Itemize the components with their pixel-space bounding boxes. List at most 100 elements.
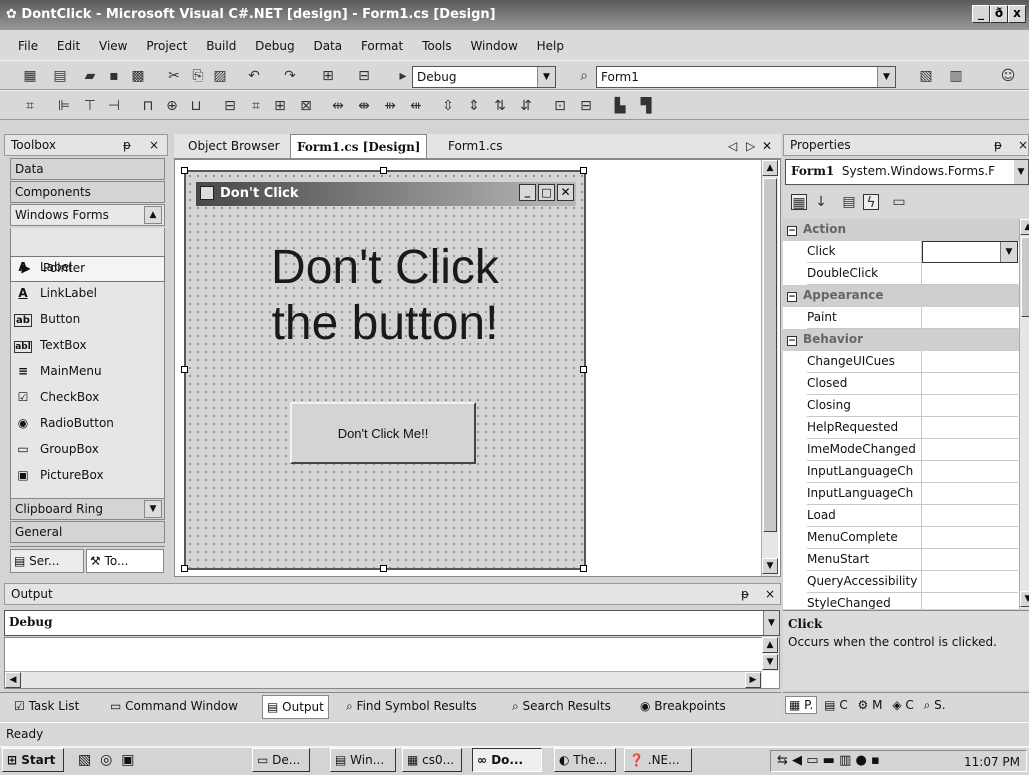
menu-format[interactable]: Format — [361, 39, 403, 53]
toolbox-item-textbox[interactable]: abl TextBox — [14, 334, 87, 359]
task-list-tab[interactable]: ☑ Task List — [10, 695, 83, 719]
event-handler-dropdown[interactable]: ▼ — [922, 241, 1018, 263]
tray-app-icon[interactable]: ▪ — [871, 753, 880, 768]
menu-edit[interactable]: Edit — [57, 39, 80, 53]
close-icon[interactable]: ✕ — [756, 134, 778, 158]
center-vertically-icon[interactable]: ⊟ — [578, 98, 594, 114]
find-symbol-results-tab[interactable]: ⌕ Find Symbol Results — [342, 695, 481, 719]
breakpoints-tab[interactable]: ◉ Breakpoints — [636, 695, 730, 719]
align-tops-icon[interactable]: ⊓ — [140, 98, 156, 114]
event-row-doubleclick[interactable]: DoubleClick — [783, 263, 1029, 285]
send-to-back-icon[interactable]: ▜ — [638, 98, 654, 114]
properties-view-icon[interactable]: ▤ — [841, 194, 857, 210]
vertical-spacing-icon[interactable]: ⇳ — [440, 98, 456, 114]
pin-icon[interactable]: ᵽ — [994, 138, 1002, 152]
scroll-left-icon[interactable]: ◀ — [5, 672, 21, 688]
object-selector[interactable]: Form1 System.Windows.Forms.F ▼ — [785, 159, 1029, 185]
make-same-height-icon[interactable]: ⊞ — [272, 98, 288, 114]
collapse-icon[interactable]: − — [787, 336, 797, 346]
scroll-right-icon[interactable]: ▶ — [745, 672, 761, 688]
property-pages-icon[interactable]: ▭ — [891, 194, 907, 210]
event-value[interactable] — [922, 263, 1018, 285]
align-middles-icon[interactable]: ⊕ — [164, 98, 180, 114]
decrease-vspacing-icon[interactable]: ⇅ — [492, 98, 508, 114]
toolbox-item-label-control[interactable]: A Label — [14, 256, 72, 281]
macro-explorer-tab[interactable]: ⚙ M — [855, 697, 886, 713]
menu-data[interactable]: Data — [313, 39, 342, 53]
taskbar-button[interactable]: ▤ Win... — [330, 748, 396, 772]
category-action[interactable]: − Action — [783, 219, 1029, 241]
make-same-size-icon[interactable]: ⊠ — [298, 98, 314, 114]
toolbox-item-groupbox[interactable]: ▭ GroupBox — [14, 438, 99, 463]
taskbar-button-active[interactable]: ∞ Do... — [472, 748, 542, 772]
scrollbar-thumb[interactable] — [1021, 237, 1029, 317]
align-rights-icon[interactable]: ⊣ — [106, 98, 122, 114]
collapse-icon[interactable]: − — [787, 292, 797, 302]
event-value[interactable] — [922, 395, 1018, 417]
form-label[interactable]: Don't Click the button! — [186, 240, 584, 352]
copy-icon[interactable]: ⎘ — [190, 68, 206, 84]
printer-icon[interactable]: ▥ — [839, 753, 851, 768]
align-centers-icon[interactable]: ⊤ — [82, 98, 98, 114]
event-row[interactable]: Closing — [783, 395, 1029, 417]
menu-tools[interactable]: Tools — [422, 39, 452, 53]
search-results-tab[interactable]: ⌕ Search Results — [508, 695, 615, 719]
undo-icon[interactable]: ↶ — [246, 68, 262, 84]
scrollbar-thumb[interactable] — [763, 178, 777, 532]
event-row[interactable]: MenuComplete — [783, 527, 1029, 549]
resize-handle[interactable] — [380, 565, 387, 572]
media-icon[interactable]: ▣ — [121, 752, 134, 768]
form1-designer[interactable]: Don't Click _ □ ✕ Don't Click the button… — [184, 170, 586, 570]
pin-icon[interactable]: ᵽ — [123, 138, 131, 152]
toolbox-category-windows-forms[interactable]: Windows Forms ▲ — [10, 204, 165, 226]
toolbox-category-clipboard-ring[interactable]: Clipboard Ring ▼ — [10, 498, 165, 520]
save-all-icon[interactable]: ▩ — [130, 68, 146, 84]
menu-view[interactable]: View — [99, 39, 127, 53]
alphabetical-icon[interactable]: ↓ — [813, 194, 829, 210]
center-horizontally-icon[interactable]: ⊡ — [552, 98, 568, 114]
toolbox-item-radiobutton[interactable]: ◉ RadioButton — [14, 412, 114, 437]
event-row-paint[interactable]: Paint — [783, 307, 1029, 329]
command-window-tab[interactable]: ▭ Command Window — [106, 695, 242, 719]
antivirus-icon[interactable]: ● — [856, 753, 867, 768]
show-desktop-icon[interactable]: ▧ — [78, 752, 91, 768]
scroll-up-icon[interactable]: ▲ — [762, 160, 778, 176]
toolbox-item-mainmenu[interactable]: ≡ MainMenu — [14, 360, 102, 385]
save-icon[interactable]: ▪ — [106, 68, 122, 84]
toolbox-category-general[interactable]: General — [10, 521, 165, 543]
start-button[interactable]: ⊞ Start — [2, 748, 64, 772]
scroll-up-icon[interactable]: ▲ — [144, 206, 162, 224]
new-project-icon[interactable]: ▦ — [22, 68, 38, 84]
volume-icon[interactable]: ◀ — [792, 753, 802, 768]
scroll-down-icon[interactable]: ▼ — [762, 558, 778, 574]
maximize-button[interactable]: ð — [990, 5, 1008, 23]
find-combo[interactable]: Form1 ▼ — [596, 66, 896, 88]
event-value[interactable] — [922, 373, 1018, 395]
search-tab[interactable]: ⌕ S. — [921, 697, 949, 713]
decrease-hspacing-icon[interactable]: ⇻ — [382, 98, 398, 114]
event-row[interactable]: HelpRequested — [783, 417, 1029, 439]
designer-vertical-scrollbar[interactable]: ▲ ▼ — [761, 160, 778, 576]
resize-handle[interactable] — [181, 565, 188, 572]
server-explorer-tab[interactable]: ▤ Ser... — [10, 549, 84, 573]
align-lefts-icon[interactable]: ⊫ — [56, 98, 72, 114]
event-row[interactable]: StyleChanged — [783, 593, 1029, 609]
close-icon[interactable]: × — [1018, 138, 1028, 152]
output-pane-selector[interactable]: Debug ▼ — [4, 610, 780, 636]
event-value[interactable] — [922, 593, 1018, 609]
remove-hspacing-icon[interactable]: ⇺ — [408, 98, 424, 114]
event-value[interactable] — [922, 439, 1018, 461]
event-row[interactable]: QueryAccessibility — [783, 571, 1029, 593]
solution-config-select[interactable]: Debug ▼ — [412, 66, 556, 88]
scroll-down-icon[interactable]: ▼ — [1020, 591, 1029, 607]
category-behavior[interactable]: − Behavior — [783, 329, 1029, 351]
event-value[interactable] — [922, 461, 1018, 483]
event-row[interactable]: MenuStart — [783, 549, 1029, 571]
tab-form1-cs[interactable]: Form1.cs — [442, 134, 509, 158]
resize-handle[interactable] — [580, 366, 587, 373]
collapse-icon[interactable]: − — [787, 226, 797, 236]
event-value[interactable] — [922, 351, 1018, 373]
events-icon[interactable]: ϟ — [863, 194, 879, 211]
event-row[interactable]: Closed — [783, 373, 1029, 395]
resize-handle[interactable] — [580, 565, 587, 572]
